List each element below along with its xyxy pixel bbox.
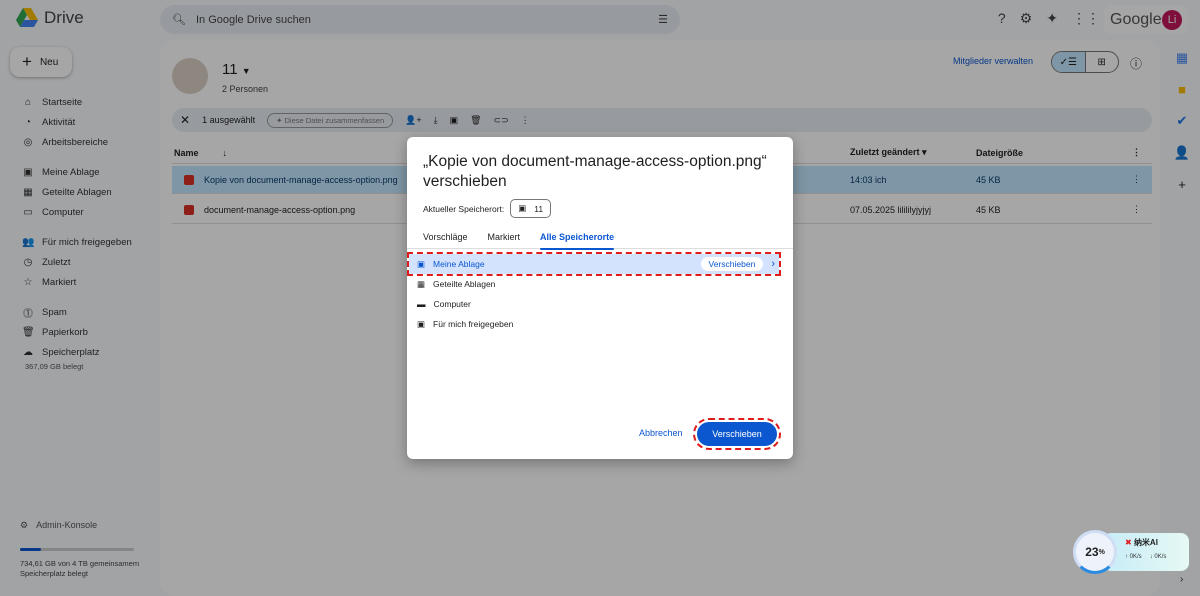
- shared-with-me-icon: ▣: [417, 318, 426, 329]
- chevron-right-icon[interactable]: ›: [1180, 574, 1183, 585]
- shared-drive-icon: ▣: [518, 203, 527, 213]
- tab[interactable]: Vorschläge: [423, 225, 468, 249]
- my-drive-icon: ▣: [417, 258, 426, 269]
- move-button[interactable]: Verschieben: [693, 418, 781, 450]
- location-tabs: Vorschläge Markiert Alle Speicherorte: [407, 225, 793, 250]
- tab[interactable]: Markiert: [488, 225, 521, 249]
- nano-ai-widget[interactable]: 23% ✖ 纳米AI ↑ 0K/s ↓ 0K/s: [1073, 530, 1189, 574]
- location-item[interactable]: ▣ Für mich freigegeben: [409, 314, 779, 334]
- move-dialog: „Kopie von document-manage-access-option…: [407, 137, 793, 459]
- row-move-button[interactable]: Verschieben: [700, 257, 764, 271]
- percent-gauge: 23%: [1073, 530, 1117, 574]
- cancel-button[interactable]: Abbrechen: [639, 428, 683, 438]
- location-item[interactable]: ▬ Computer: [409, 294, 779, 314]
- dialog-title: „Kopie von document-manage-access-option…: [423, 153, 767, 190]
- nano-logo-icon: ✖: [1125, 538, 1132, 547]
- chevron-right-icon[interactable]: ›: [771, 258, 775, 270]
- current-location-chip[interactable]: ▣ 11: [510, 199, 552, 218]
- computer-icon: ▬: [417, 299, 426, 309]
- location-item[interactable]: ▦ Geteilte Ablagen: [409, 274, 779, 294]
- shared-drives-icon: ▦: [417, 278, 426, 289]
- tab[interactable]: Alle Speicherorte: [540, 225, 615, 250]
- location-item[interactable]: ▣ Meine Ablage Verschieben ›: [407, 252, 781, 276]
- current-location: Aktueller Speicherort: ▣ 11: [423, 199, 552, 218]
